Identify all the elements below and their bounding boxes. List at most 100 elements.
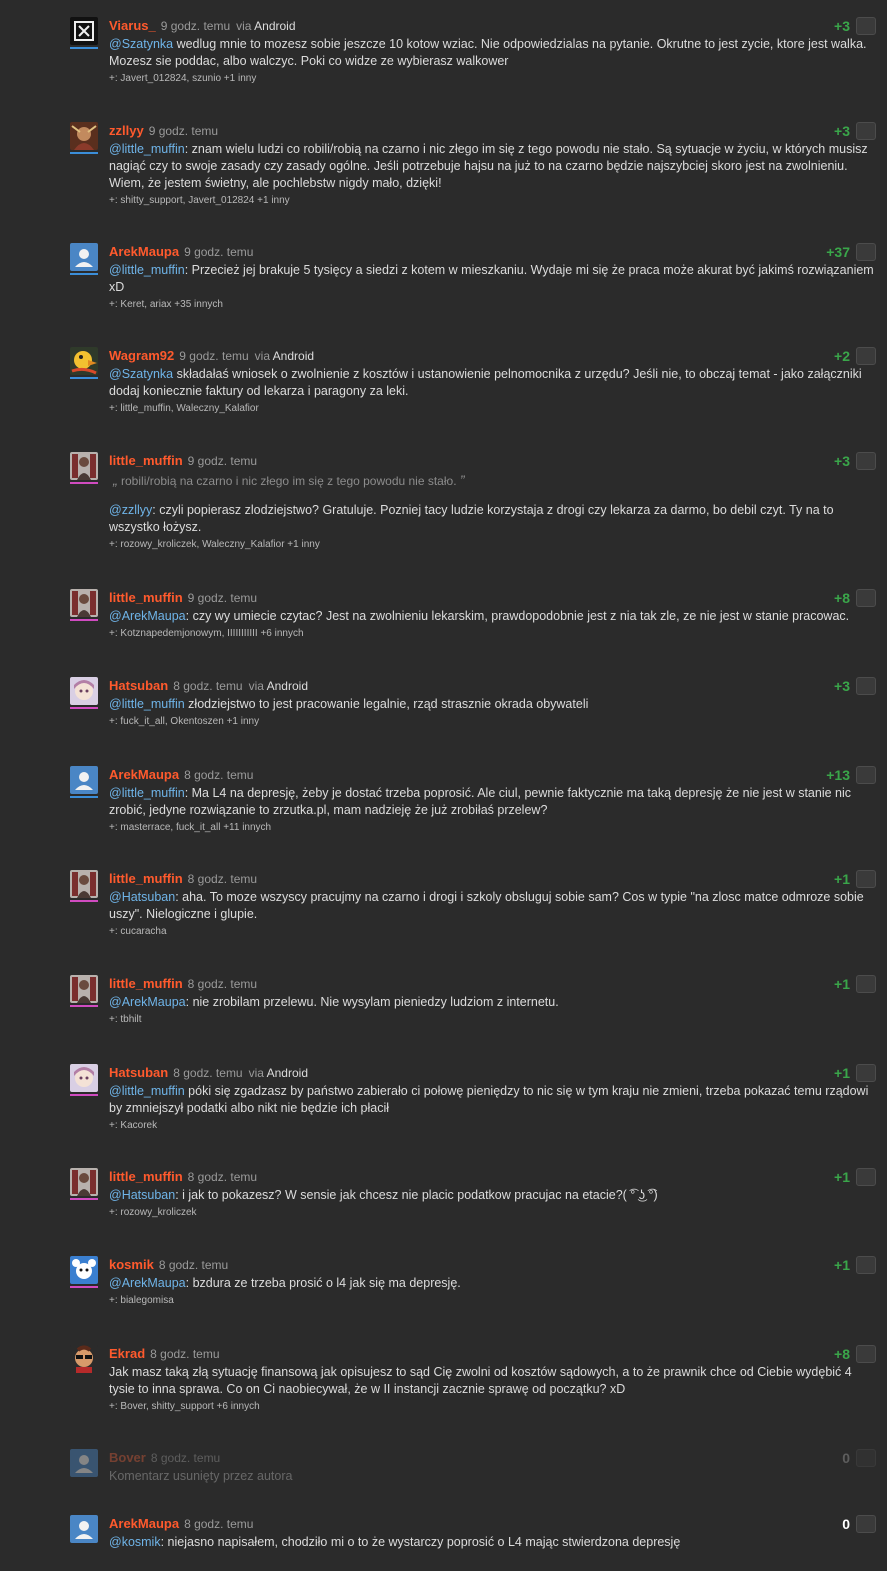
timestamp[interactable]: 8 godz. temu (173, 1066, 242, 1080)
comment-body: @little_muffin złodziejstwo to jest prac… (109, 696, 876, 713)
voters-list[interactable]: +: masterrace, fuck_it_all +11 innych (109, 821, 876, 835)
voters-list[interactable]: +: fuck_it_all, Okentoszen +1 inny (109, 715, 876, 729)
vote-button[interactable] (856, 1168, 876, 1186)
author-link[interactable]: little_muffin (109, 590, 183, 605)
author-link[interactable]: Bover (109, 1450, 146, 1465)
voters-list[interactable]: +: Kotznapedemjonowym, IIIIIIIIIII +6 in… (109, 627, 876, 641)
timestamp[interactable]: 8 godz. temu (150, 1347, 219, 1361)
mention-link[interactable]: @ArekMaupa (109, 1276, 186, 1290)
voters-list[interactable]: +: shitty_support, Javert_012824 +1 inny (109, 194, 876, 208)
voters-list[interactable]: +: rozowy_kroliczek (109, 1206, 876, 1220)
vote-button[interactable] (856, 122, 876, 140)
timestamp[interactable]: 8 godz. temu (188, 977, 257, 991)
vote-button[interactable] (856, 766, 876, 784)
avatar[interactable] (70, 243, 98, 271)
voters-list[interactable]: +: rozowy_kroliczek, Waleczny_Kalafior +… (109, 538, 876, 552)
vote-button[interactable] (856, 975, 876, 993)
author-link[interactable]: ArekMaupa (109, 244, 179, 259)
vote-button[interactable] (856, 17, 876, 35)
mention-link[interactable]: @little_muffin (109, 1084, 185, 1098)
avatar[interactable] (70, 1064, 98, 1092)
vote-button[interactable] (856, 1449, 876, 1467)
timestamp[interactable]: 9 godz. temu (184, 245, 253, 259)
timestamp[interactable]: 9 godz. temu (149, 124, 218, 138)
voters-list[interactable]: +: little_muffin, Waleczny_Kalafior (109, 402, 876, 416)
vote-button[interactable] (856, 1064, 876, 1082)
mention-link[interactable]: @little_muffin (109, 786, 185, 800)
author-link[interactable]: zzllyy (109, 123, 144, 138)
vote-button[interactable] (856, 1515, 876, 1533)
mention-link[interactable]: @little_muffin (109, 263, 185, 277)
avatar[interactable] (70, 1449, 98, 1477)
timestamp[interactable]: 9 godz. temu (179, 349, 248, 363)
vote-button[interactable] (856, 677, 876, 695)
mention-link[interactable]: @kosmik (109, 1535, 161, 1549)
avatar[interactable] (70, 1345, 98, 1373)
vote-button[interactable] (856, 589, 876, 607)
avatar[interactable] (70, 1515, 98, 1543)
author-link[interactable]: little_muffin (109, 453, 183, 468)
timestamp[interactable]: 9 godz. temu (188, 454, 257, 468)
vote-button[interactable] (856, 870, 876, 888)
mention-link[interactable]: @ArekMaupa (109, 995, 186, 1009)
author-link[interactable]: kosmik (109, 1257, 154, 1272)
voters-list[interactable]: +: cucaracha (109, 925, 876, 939)
timestamp[interactable]: 8 godz. temu (151, 1451, 220, 1465)
timestamp[interactable]: 8 godz. temu (188, 872, 257, 886)
voters-list[interactable]: +: bialegomisa (109, 1294, 876, 1308)
voters-list[interactable]: +: tbhilt (109, 1013, 876, 1027)
vote-button[interactable] (856, 1256, 876, 1274)
author-link[interactable]: Viarus_ (109, 18, 156, 33)
author-link[interactable]: little_muffin (109, 871, 183, 886)
vote-button[interactable] (856, 243, 876, 261)
timestamp[interactable]: 9 godz. temu (161, 19, 230, 33)
platform-link[interactable]: Android (273, 349, 314, 363)
voters-list[interactable]: +: Javert_012824, szunio +1 inny (109, 72, 876, 86)
avatar[interactable] (70, 677, 98, 705)
author-link[interactable]: Hatsuban (109, 1065, 168, 1080)
avatar[interactable] (70, 452, 98, 480)
voters-list[interactable]: +: Kacorek (109, 1119, 876, 1133)
author-link[interactable]: little_muffin (109, 976, 183, 991)
platform-link[interactable]: Android (267, 679, 308, 693)
vote-button[interactable] (856, 452, 876, 470)
mention-link[interactable]: @zzllyy (109, 503, 152, 517)
avatar[interactable] (70, 122, 98, 150)
avatar[interactable] (70, 1168, 98, 1196)
avatar[interactable] (70, 870, 98, 898)
avatar[interactable] (70, 1256, 98, 1284)
avatar[interactable] (70, 17, 98, 45)
platform-link[interactable]: Android (254, 19, 295, 33)
author-link[interactable]: ArekMaupa (109, 1516, 179, 1531)
vote-button[interactable] (856, 347, 876, 365)
timestamp[interactable]: 8 godz. temu (188, 1170, 257, 1184)
voters-list[interactable]: +: Bover, shitty_support +6 innych (109, 1400, 876, 1414)
mention-link[interactable]: @ArekMaupa (109, 609, 186, 623)
gender-bar (70, 796, 98, 798)
timestamp[interactable]: 8 godz. temu (184, 768, 253, 782)
mention-link[interactable]: @Szatynka (109, 367, 173, 381)
author-link[interactable]: little_muffin (109, 1169, 183, 1184)
avatar[interactable] (70, 347, 98, 375)
timestamp[interactable]: 8 godz. temu (159, 1258, 228, 1272)
avatar[interactable] (70, 589, 98, 617)
mention-link[interactable]: @little_muffin (109, 697, 185, 711)
vote-score: 0 (842, 1516, 850, 1532)
mention-link[interactable]: @Hatsuban (109, 890, 175, 904)
timestamp[interactable]: 8 godz. temu (173, 679, 242, 693)
mention-link[interactable]: @Szatynka (109, 37, 173, 51)
avatar[interactable] (70, 766, 98, 794)
author-link[interactable]: Hatsuban (109, 678, 168, 693)
timestamp[interactable]: 9 godz. temu (188, 591, 257, 605)
platform-link[interactable]: Android (267, 1066, 308, 1080)
voters-list[interactable]: +: Keret, ariax +35 innych (109, 298, 876, 312)
timestamp[interactable]: 8 godz. temu (184, 1517, 253, 1531)
author-link[interactable]: Wagram92 (109, 348, 174, 363)
mention-link[interactable]: @little_muffin (109, 142, 185, 156)
avatar[interactable] (70, 975, 98, 1003)
comment-content: Viarus_ 9 godz. temu via Android +3 @Szatynk… (109, 17, 876, 86)
author-link[interactable]: ArekMaupa (109, 767, 179, 782)
vote-button[interactable] (856, 1345, 876, 1363)
mention-link[interactable]: @Hatsuban (109, 1188, 175, 1202)
author-link[interactable]: Ekrad (109, 1346, 145, 1361)
